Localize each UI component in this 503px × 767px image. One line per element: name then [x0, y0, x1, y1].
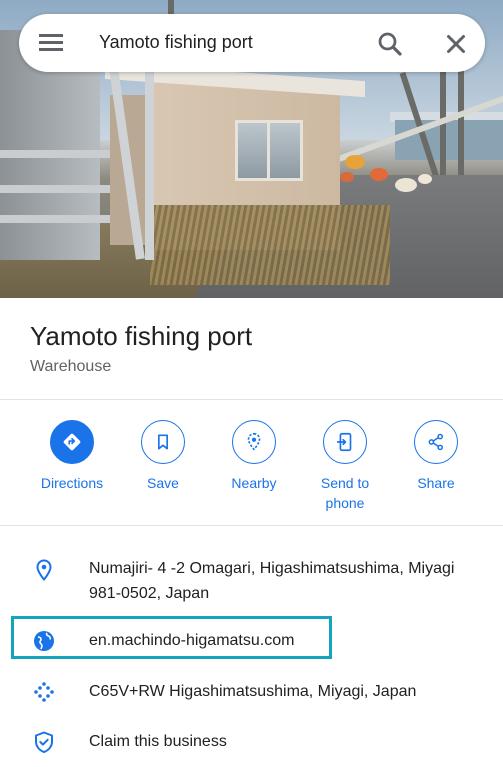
share-button[interactable]: Share [391, 420, 481, 493]
plus-code-icon [34, 682, 54, 702]
directions-label: Directions [40, 475, 104, 491]
send-to-phone-icon [336, 432, 352, 452]
search-query[interactable]: Yamoto fishing port [99, 32, 253, 53]
directions-button[interactable]: Directions [27, 420, 117, 493]
nearby-button[interactable]: Nearby [209, 420, 299, 493]
save-label: Save [147, 475, 179, 491]
share-icon [428, 433, 443, 451]
bookmark-icon [158, 434, 168, 450]
website-link[interactable]: en.machindo-higamatsu.com [89, 628, 294, 653]
send-to-phone-button[interactable]: Send to phone [300, 420, 390, 513]
nearby-label: Nearby [231, 475, 277, 491]
place-category[interactable]: Warehouse [30, 358, 111, 376]
menu-icon[interactable] [39, 31, 65, 55]
search-icon[interactable] [375, 29, 405, 59]
shield-check-icon [35, 731, 53, 753]
directions-icon [63, 433, 81, 451]
address-text: Numajiri- 4 -2 Omagari, Higashimatsushim… [89, 560, 455, 602]
send-to-phone-label: Send to phone [320, 475, 370, 511]
search-bar[interactable]: Yamoto fishing port [19, 14, 485, 72]
share-label: Share [417, 475, 455, 491]
plus-code-text: C65V+RW Higashimatsushima, Miyagi, Japan [89, 683, 417, 700]
globe-icon [34, 631, 54, 651]
claim-business-link[interactable]: Claim this business [89, 729, 227, 754]
close-icon[interactable] [441, 29, 471, 59]
divider [0, 525, 503, 526]
divider [0, 399, 503, 400]
place-title: Yamoto fishing port [30, 321, 253, 351]
nearby-icon [247, 432, 261, 451]
save-button[interactable]: Save [118, 420, 208, 493]
location-pin-icon [36, 559, 52, 582]
